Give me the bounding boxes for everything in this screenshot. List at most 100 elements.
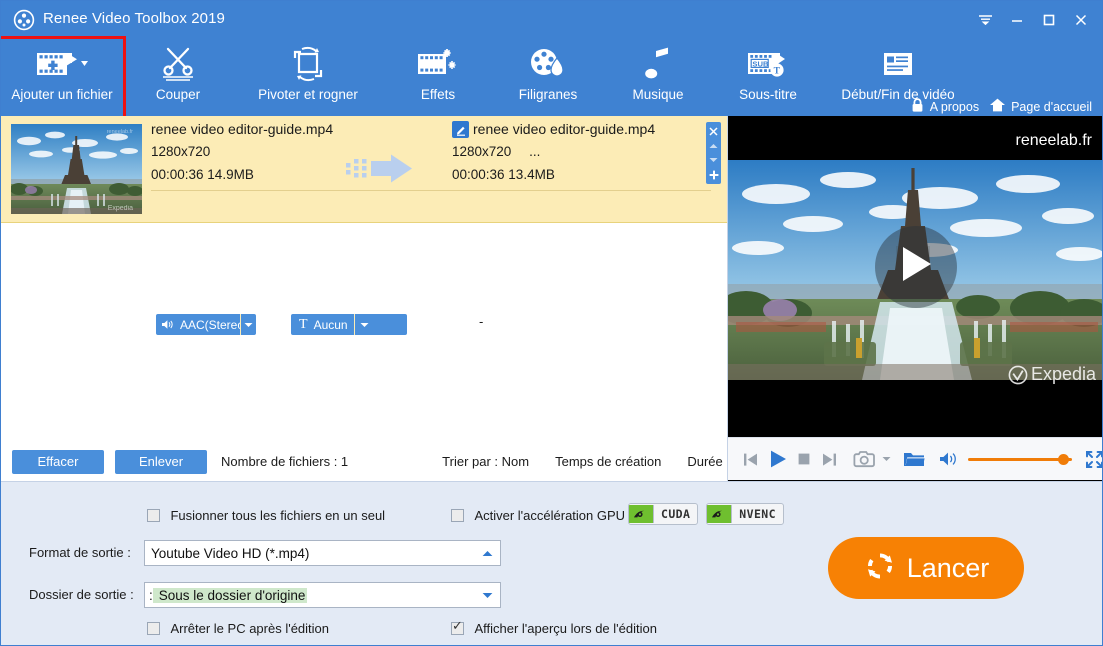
volume-knob[interactable] bbox=[1058, 454, 1069, 465]
ribbon-item-musique[interactable]: Musique bbox=[603, 39, 713, 116]
show-preview-label: Afficher l'aperçu lors de l'édition bbox=[474, 621, 657, 637]
ribbon-item-label: Pivoter et rogner bbox=[258, 87, 358, 102]
subtitle-track-selector[interactable]: T Aucun bbox=[291, 314, 407, 335]
stop-button[interactable] bbox=[797, 452, 811, 466]
snapshot-button[interactable] bbox=[852, 449, 878, 469]
homepage-link[interactable]: Page d'accueil bbox=[989, 97, 1092, 116]
audio-track-label: AAC(Stereo 4 bbox=[180, 317, 241, 332]
output-placeholder: - bbox=[479, 314, 484, 329]
ribbon-item-label: Musique bbox=[632, 87, 684, 102]
about-link[interactable]: A propos bbox=[910, 97, 979, 116]
sort-by-creation-time[interactable]: Temps de création bbox=[555, 454, 661, 469]
ribbon-item-label: Filigranes bbox=[518, 87, 578, 102]
chevron-down-icon[interactable] bbox=[474, 592, 500, 599]
move-up-button[interactable] bbox=[706, 139, 721, 153]
output-format-select[interactable]: Youtube Video HD (*.mp4) bbox=[144, 540, 501, 566]
snapshot-dropdown[interactable] bbox=[882, 456, 891, 462]
output-folder-select[interactable]: : Sous le dossier d'origine bbox=[144, 582, 501, 608]
shutdown-checkbox-row[interactable]: Arrêter le PC après l'édition bbox=[147, 620, 329, 638]
window-title: Renee Video Toolbox 2019 bbox=[43, 10, 225, 27]
launch-button-label: Lancer bbox=[906, 552, 990, 583]
gpu-acceleration-checkbox[interactable] bbox=[451, 509, 464, 523]
file-list-row[interactable]: Expedia reneelab.fr renee video editor-g… bbox=[1, 116, 727, 335]
svg-text:SUB: SUB bbox=[752, 59, 769, 68]
gpu-acceleration-checkbox-row[interactable]: Activer l'accélération GPU bbox=[451, 507, 625, 525]
shutdown-after-edit-checkbox[interactable] bbox=[147, 622, 160, 636]
close-button[interactable] bbox=[1066, 7, 1096, 33]
output-resolution: 1280x720 ... bbox=[452, 144, 540, 159]
ribbon-item-filigranes[interactable]: Filigranes bbox=[493, 39, 603, 116]
gpu-badges: CUDA NVENC bbox=[628, 503, 784, 525]
subtitle-track-label: Aucun bbox=[313, 317, 348, 332]
minimize-button[interactable] bbox=[1002, 7, 1032, 33]
edit-pencil-icon[interactable] bbox=[452, 121, 469, 138]
left-column: Expedia reneelab.fr renee video editor-g… bbox=[1, 116, 727, 481]
cuda-badge-label: CUDA bbox=[661, 507, 691, 521]
output-resolution-more[interactable]: ... bbox=[515, 144, 540, 159]
window-controls bbox=[970, 7, 1096, 33]
remove-button[interactable]: Enlever bbox=[115, 449, 207, 474]
gpu-acceleration-label: Activer l'accélération GPU bbox=[474, 508, 626, 524]
cuda-badge[interactable]: CUDA bbox=[628, 503, 699, 525]
ribbon-item-label: Couper bbox=[155, 87, 201, 102]
play-button[interactable] bbox=[769, 449, 787, 469]
rotate-crop-icon bbox=[288, 43, 328, 85]
output-resolution-value: 1280x720 bbox=[452, 144, 512, 159]
output-duration-size: 00:00:36 13.4MB bbox=[452, 167, 555, 182]
minimize-to-tray-button[interactable] bbox=[970, 7, 1000, 33]
scissors-icon bbox=[158, 43, 198, 85]
sort-by-duration[interactable]: Durée bbox=[687, 454, 722, 469]
previous-button[interactable] bbox=[742, 451, 759, 468]
source-resolution: 1280x720 bbox=[151, 144, 211, 159]
clear-button[interactable]: Effacer bbox=[12, 449, 104, 474]
lock-icon bbox=[910, 97, 925, 116]
brand-overlay-label: Expedia bbox=[1030, 364, 1096, 384]
merge-files-checkbox-row[interactable]: Fusionner tous les fichiers en un seul bbox=[147, 507, 385, 525]
maximize-button[interactable] bbox=[1034, 7, 1064, 33]
merge-files-checkbox[interactable] bbox=[147, 509, 160, 523]
launch-button[interactable]: Lancer bbox=[828, 537, 1024, 599]
add-file-icon bbox=[34, 43, 90, 85]
application-window: Renee Video Toolbox 2019 Ajouter un fich… bbox=[0, 0, 1103, 646]
add-row-button[interactable] bbox=[706, 168, 721, 182]
file-count-label: Nombre de fichiers : 1 bbox=[221, 454, 349, 469]
nvenc-badge[interactable]: NVENC bbox=[706, 503, 784, 525]
ribbon-item-label: Effets bbox=[420, 87, 456, 102]
volume-slider[interactable] bbox=[968, 453, 1072, 465]
chevron-down-icon[interactable] bbox=[353, 314, 375, 335]
svg-text:Expedia: Expedia bbox=[108, 205, 133, 212]
open-folder-button[interactable] bbox=[903, 450, 925, 468]
volume-button[interactable] bbox=[939, 451, 958, 467]
chevron-down-icon[interactable] bbox=[240, 314, 256, 335]
ribbon-item-sous-titre[interactable]: SUB T Sous-titre bbox=[713, 39, 823, 116]
ribbon-item-pivoter-rogner[interactable]: Pivoter et rogner bbox=[233, 39, 383, 116]
next-button[interactable] bbox=[821, 451, 838, 468]
move-down-button[interactable] bbox=[706, 153, 721, 167]
preview-watermark: reneelab.fr bbox=[1015, 132, 1093, 149]
ribbon-item-effets[interactable]: Effets bbox=[383, 39, 493, 116]
play-icon bbox=[898, 244, 934, 289]
brand-overlay: Expedia bbox=[1008, 364, 1096, 385]
fullscreen-button[interactable] bbox=[1085, 450, 1102, 469]
volume-track bbox=[968, 458, 1072, 461]
video-canvas[interactable]: reneelab.fr Expedia bbox=[728, 116, 1102, 437]
subtitle-icon: SUB T bbox=[745, 43, 791, 85]
ribbon-toolbar: Ajouter un fichier Couper Pivoter et rog… bbox=[1, 36, 1102, 119]
remove-row-button[interactable] bbox=[706, 124, 721, 138]
speaker-icon bbox=[156, 319, 174, 330]
home-icon bbox=[989, 97, 1006, 116]
show-preview-checkbox[interactable] bbox=[451, 619, 464, 636]
merge-files-label: Fusionner tous les fichiers en un seul bbox=[170, 508, 386, 524]
chevron-up-icon[interactable] bbox=[474, 550, 500, 557]
row-tools bbox=[706, 122, 721, 184]
play-overlay-button[interactable] bbox=[875, 225, 957, 308]
ribbon-item-label: Ajouter un fichier bbox=[11, 87, 113, 102]
ribbon-item-label: Sous-titre bbox=[739, 87, 797, 102]
sort-by-name[interactable]: Trier par : Nom bbox=[442, 454, 529, 469]
ribbon-right-links: A propos Page d'accueil bbox=[910, 97, 1092, 116]
source-duration-size: 00:00:36 14.9MB bbox=[151, 167, 254, 182]
ribbon-item-couper[interactable]: Couper bbox=[123, 39, 233, 116]
show-preview-checkbox-row[interactable]: Afficher l'aperçu lors de l'édition bbox=[451, 619, 657, 638]
audio-track-selector[interactable]: AAC(Stereo 4 bbox=[156, 314, 256, 335]
ribbon-item-add-file[interactable]: Ajouter un fichier bbox=[1, 36, 126, 119]
